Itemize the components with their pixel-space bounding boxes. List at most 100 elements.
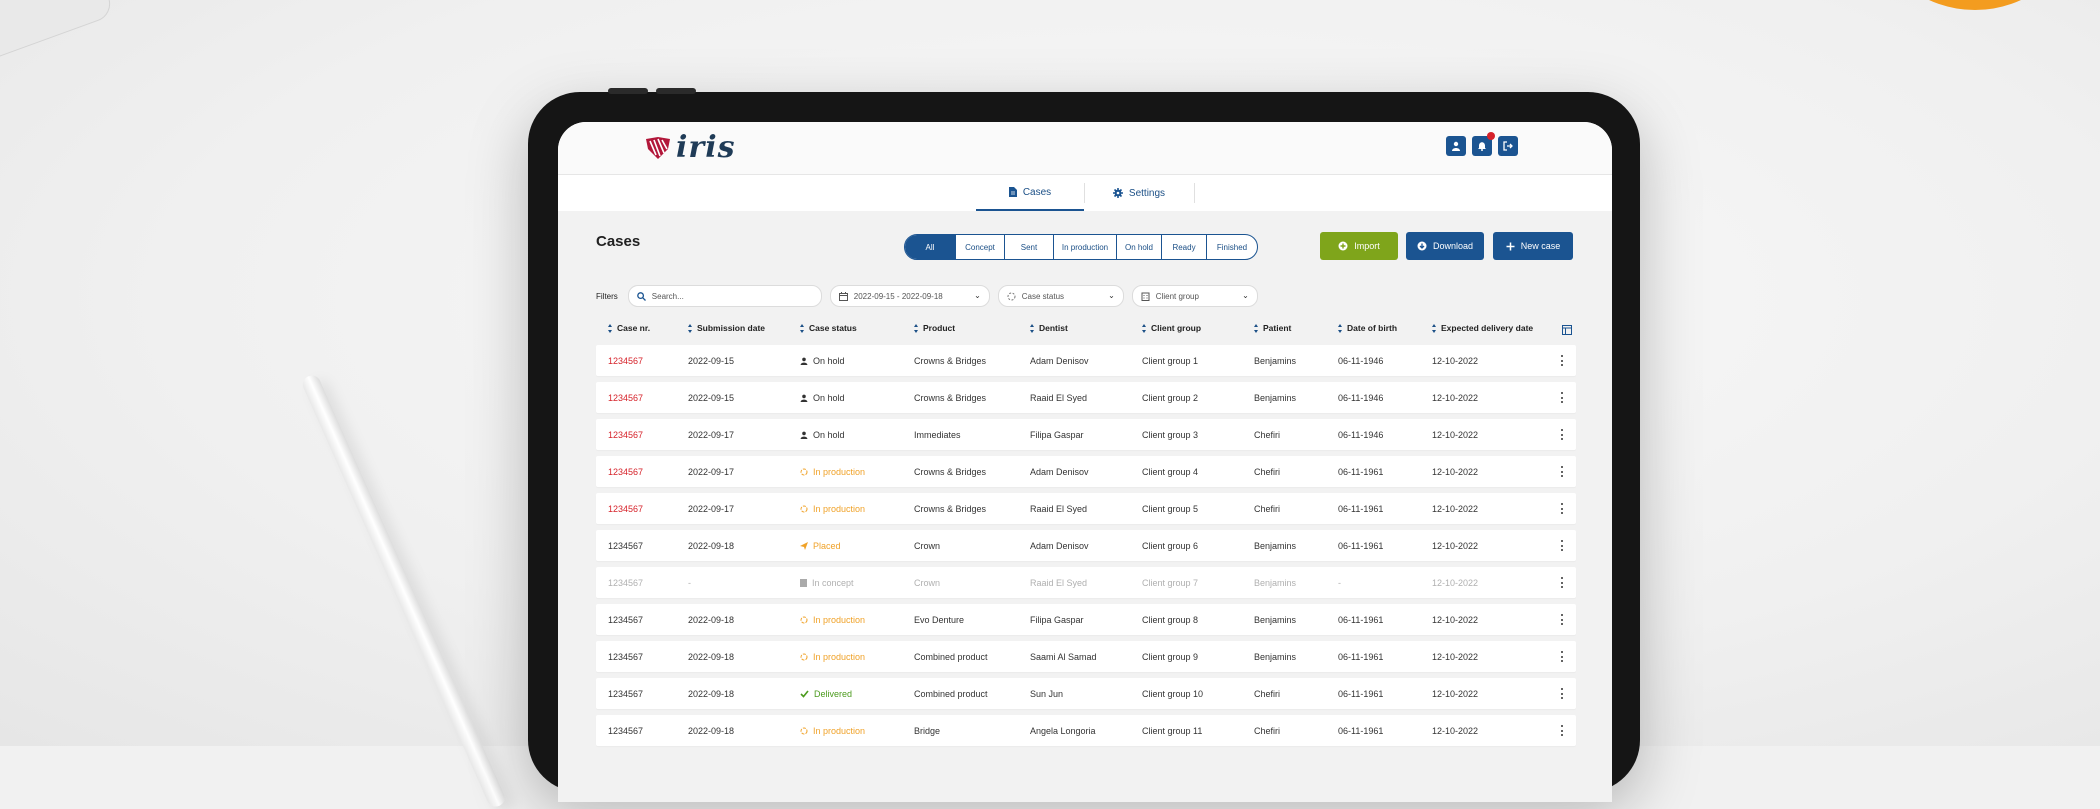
cell-case-nr[interactable]: 1234567	[608, 382, 643, 413]
tab-cases-label: Cases	[1022, 186, 1052, 198]
page-title: Cases	[596, 233, 641, 250]
spinner-icon	[800, 653, 808, 660]
cell-case-nr[interactable]: 1234567	[608, 715, 643, 746]
status-filter-all[interactable]: All	[905, 235, 955, 259]
cell-submitted: 2022-09-17	[688, 503, 735, 514]
cell-case-nr[interactable]: 1234567	[608, 530, 643, 561]
table-row[interactable]: 1234567 2022-09-17 In production Crowns & B…	[596, 456, 1576, 487]
column-header-dentist[interactable]: Dentist	[1030, 323, 1068, 333]
kebab-icon[interactable]	[1561, 466, 1564, 477]
cell-status: On hold	[800, 345, 845, 376]
column-header-date-of-birth[interactable]: Date of birth	[1338, 323, 1397, 333]
status-label: On hold	[813, 355, 845, 366]
table-row[interactable]: 1234567 2022-09-18 In production Combined p…	[596, 641, 1576, 672]
column-header-submission-date[interactable]: Submission date	[688, 323, 765, 333]
notifications-button[interactable]	[1472, 132, 1495, 156]
column-header-case-nr[interactable]: Case nr.	[608, 323, 650, 333]
table-row[interactable]: 1234567 2022-09-18 In production Bridge Ange…	[596, 715, 1576, 746]
status-filter-on-hold[interactable]: On hold	[1116, 235, 1161, 259]
cell-status: On hold	[800, 419, 845, 450]
cell-case-nr[interactable]: 1234567	[608, 419, 643, 450]
kebab-icon[interactable]	[1561, 688, 1564, 699]
notification-badge	[1487, 132, 1495, 140]
cell-status: Delivered	[800, 678, 852, 709]
kebab-icon[interactable]	[1561, 503, 1564, 514]
kebab-icon[interactable]	[1561, 651, 1564, 662]
date-range-select[interactable]: 2022-09-15 - 2022-09-18 ⌄	[829, 285, 990, 307]
cell-case-nr[interactable]: 1234567	[608, 641, 643, 672]
cell-case-nr[interactable]: 1234567	[608, 604, 643, 635]
table-row[interactable]: 1234567 2022-09-18 Delivered Combined produ…	[596, 678, 1576, 709]
case-status-select[interactable]: Case status ⌄	[997, 285, 1124, 307]
column-header-product[interactable]: Product	[914, 323, 955, 333]
status-filter-finished[interactable]: Finished	[1206, 235, 1257, 259]
import-label: Import	[1354, 241, 1380, 251]
table-row[interactable]: 1234567 2022-09-17 In production Crowns & B…	[596, 493, 1576, 524]
status-filter-concept[interactable]: Concept	[955, 235, 1004, 259]
table-row[interactable]: 1234567 - In concept Crown Raaid El Syed Clie…	[596, 567, 1576, 598]
cell-product: Combined product	[914, 688, 988, 699]
cell-case-nr[interactable]: 1234567	[608, 345, 643, 376]
iris-logo[interactable]: iris	[644, 130, 736, 165]
tab-cases[interactable]: Cases	[976, 175, 1084, 211]
logout-button[interactable]	[1498, 136, 1518, 156]
cell-case-nr[interactable]: 1234567	[608, 567, 643, 598]
kebab-icon[interactable]	[1561, 355, 1564, 366]
cell-dentist: Angela Longoria	[1030, 725, 1096, 736]
kebab-icon[interactable]	[1561, 577, 1564, 588]
table-row[interactable]: 1234567 2022-09-18 In production Evo Dentur…	[596, 604, 1576, 635]
filters-label: Filters	[596, 291, 618, 301]
table-row[interactable]: 1234567 2022-09-15 On hold Crowns & Bridges…	[596, 345, 1576, 376]
status-filter-ready[interactable]: Ready	[1161, 235, 1206, 259]
cell-patient: Benjamins	[1254, 614, 1297, 625]
status-label: In production	[813, 651, 866, 662]
cell-case-nr[interactable]: 1234567	[608, 493, 643, 524]
profile-button[interactable]	[1446, 136, 1466, 156]
status-label: Delivered	[814, 688, 853, 699]
cell-status: On hold	[800, 382, 845, 413]
cell-status: In concept	[800, 567, 854, 598]
cell-client-group: Client group 8	[1142, 614, 1199, 625]
cell-case-nr[interactable]: 1234567	[608, 678, 643, 709]
column-header-expected-delivery-date[interactable]: Expected delivery date	[1432, 323, 1533, 333]
cell-dob: 06-11-1961	[1338, 725, 1384, 736]
column-header-client-group[interactable]: Client group	[1142, 323, 1201, 333]
new-case-button[interactable]: New case	[1493, 232, 1573, 260]
kebab-icon[interactable]	[1561, 725, 1564, 736]
kebab-icon[interactable]	[1561, 540, 1564, 551]
cell-submitted: 2022-09-17	[688, 466, 735, 477]
table-row[interactable]: 1234567 2022-09-17 On hold Immediates Filipa…	[596, 419, 1576, 450]
column-header-case-status[interactable]: Case status	[800, 323, 857, 333]
kebab-icon[interactable]	[1561, 392, 1564, 403]
table-row[interactable]: 1234567 2022-09-15 On hold Crowns & Bridges…	[596, 382, 1576, 413]
client-group-select[interactable]: Client group ⌄	[1131, 285, 1258, 307]
import-button[interactable]: Import	[1320, 232, 1398, 260]
cell-submitted: -	[688, 577, 691, 588]
status-filter-in-production[interactable]: In production	[1053, 235, 1116, 259]
cell-case-nr[interactable]: 1234567	[608, 456, 643, 487]
cell-dob: 06-11-1946	[1338, 355, 1384, 366]
kebab-icon[interactable]	[1561, 614, 1564, 625]
cell-submitted: 2022-09-15	[688, 355, 735, 366]
check-icon	[800, 689, 809, 698]
tablet-button	[608, 88, 648, 94]
kebab-icon[interactable]	[1561, 429, 1564, 440]
search-input[interactable]: Search...	[627, 285, 822, 307]
column-header-patient[interactable]: Patient	[1254, 323, 1291, 333]
cell-delivery: 12-10-2022	[1432, 540, 1479, 551]
cell-delivery: 12-10-2022	[1432, 651, 1479, 662]
sort-icon	[688, 323, 693, 333]
spinner-icon	[800, 616, 808, 623]
cell-delivery: 12-10-2022	[1432, 392, 1479, 403]
tab-settings[interactable]: Settings	[1085, 175, 1193, 211]
sort-icon	[914, 323, 919, 333]
download-button[interactable]: Download	[1406, 232, 1484, 260]
columns-icon[interactable]	[1562, 325, 1572, 335]
table-row[interactable]: 1234567 2022-09-18 Placed Crown Adam Denisov…	[596, 530, 1576, 561]
document-icon	[1008, 187, 1017, 197]
cell-client-group: Client group 2	[1142, 392, 1199, 403]
status-filter-sent[interactable]: Sent	[1004, 235, 1053, 259]
cell-patient: Benjamins	[1254, 392, 1297, 403]
status-label: In production	[813, 725, 866, 736]
cell-dob: 06-11-1946	[1338, 392, 1384, 403]
